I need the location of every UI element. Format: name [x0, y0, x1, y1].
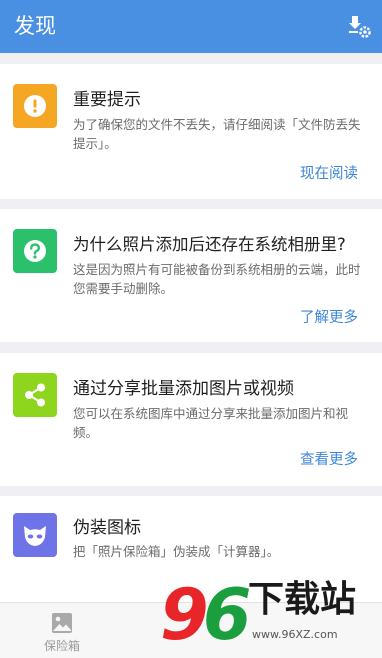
- tab-vault[interactable]: 保险箱: [0, 603, 124, 658]
- learn-more-link[interactable]: 了解更多: [300, 308, 358, 328]
- card-title: 为什么照片添加后还存在系统相册里?: [73, 235, 346, 254]
- card-title: 通过分享批量添加图片或视频: [73, 379, 294, 399]
- page-title: 发现: [14, 14, 56, 38]
- read-now-link[interactable]: 现在阅读: [300, 164, 358, 184]
- mask-icon: [13, 513, 57, 557]
- card-description: 这是因为照片有可能被备份到系统相册的云端，此时您需要手动删除。: [73, 262, 361, 296]
- top-bar: 发现: [0, 0, 382, 53]
- watermark-logo-text: 下载站: [248, 579, 357, 620]
- see-more-link[interactable]: 查看更多: [300, 450, 358, 470]
- card-description: 为了确保您的文件不丢失，请仔细阅读「文件防丢失提示」。: [73, 117, 361, 151]
- download-settings-icon[interactable]: [346, 13, 372, 39]
- important-tip-card: 重要提示 为了确保您的文件不丢失，请仔细阅读「文件防丢失提示」。 现在阅读: [0, 64, 382, 199]
- photo-album-faq-card: 为什么照片添加后还存在系统相册里? 这是因为照片有可能被备份到系统相册的云端，此…: [0, 209, 382, 342]
- tab-label: 保险箱: [43, 639, 80, 653]
- card-title: 重要提示: [73, 90, 141, 110]
- watermark-logo-number: 96: [160, 574, 251, 656]
- card-description: 您可以在系统图库中通过分享来批量添加图片和视频。: [73, 406, 349, 440]
- exclamation-icon: [13, 84, 57, 128]
- batch-share-card: 通过分享批量添加图片或视频 您可以在系统图库中通过分享来批量添加图片和视频。 查…: [0, 353, 382, 486]
- image-icon: [52, 613, 72, 633]
- share-icon: [13, 373, 57, 417]
- site-watermark: 96 下载站 www.96XZ.com: [160, 572, 382, 658]
- card-description: 把「照片保险箱」伪装成「计算器」。: [73, 544, 280, 559]
- watermark-url: www.96XZ.com: [252, 628, 338, 641]
- card-title: 伪装图标: [73, 518, 141, 538]
- question-icon: [13, 229, 57, 273]
